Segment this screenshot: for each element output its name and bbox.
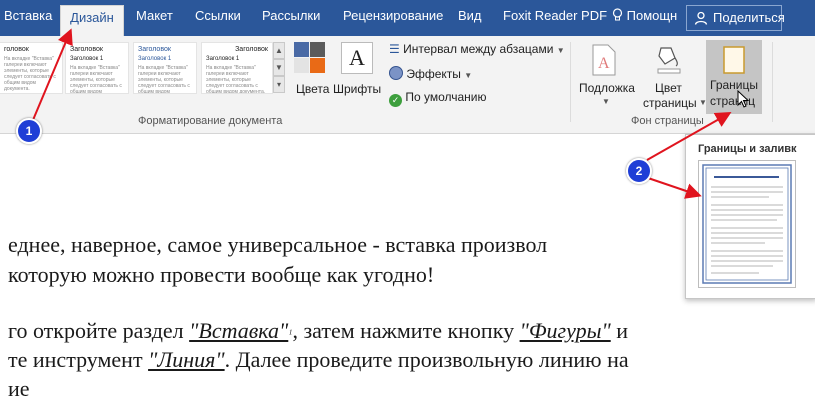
- arrow-to-page-borders: [646, 112, 732, 161]
- annotation-arrows: [32, 28, 732, 199]
- arrow-to-design-tab: [32, 28, 73, 121]
- step-marker-1: 1: [16, 118, 42, 144]
- arrow-to-preview: [647, 177, 702, 199]
- step-marker-2: 2: [626, 158, 652, 184]
